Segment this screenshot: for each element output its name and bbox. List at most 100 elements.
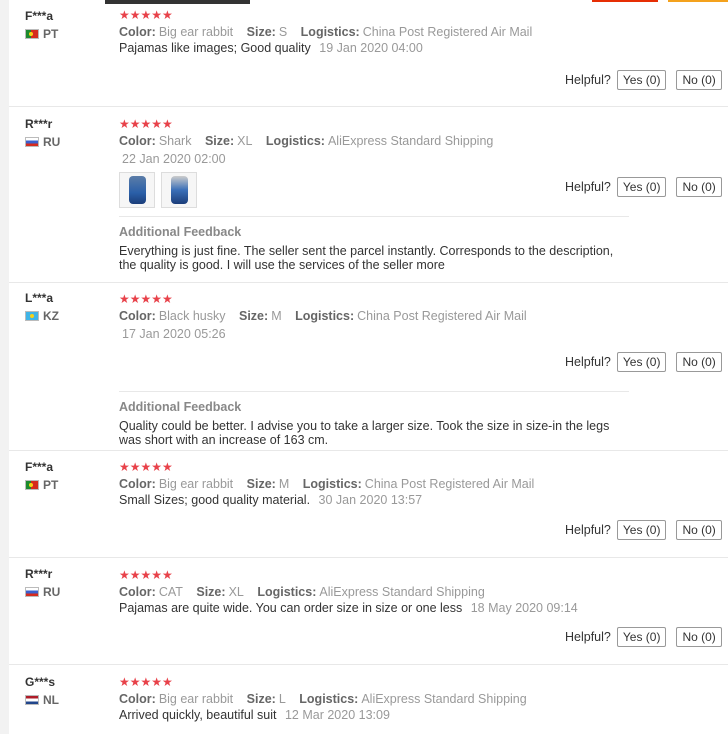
country-code: RU (43, 585, 61, 599)
star-rating: ★★★★★ (119, 292, 173, 306)
reviewer-country: PT (25, 26, 58, 42)
reviewer-info: R***r RU (25, 116, 60, 150)
divider (119, 391, 629, 392)
reviewer-name: G***s (25, 675, 56, 689)
divider (119, 216, 629, 217)
review-text: Small Sizes; good quality material. (119, 493, 311, 507)
review-item: F***a PT ★★★★★ Color: Big ear rabbit Size… (9, 0, 728, 107)
reviewer-name: L***a (25, 291, 54, 305)
size-value: M (278, 477, 290, 491)
color-value: Big ear rabbit (158, 477, 234, 491)
helpful-no-button[interactable]: No (0) (676, 352, 722, 372)
country-code: NL (43, 693, 59, 707)
size-label: Size: (246, 25, 276, 39)
helpful-yes-button[interactable]: Yes (0) (616, 520, 667, 540)
logistics-label: Logistics: (265, 134, 325, 148)
size-label: Size: (196, 585, 226, 599)
flag-russia-icon (25, 137, 39, 147)
review-photo-thumbnail[interactable] (161, 172, 197, 208)
helpful-yes-button[interactable]: Yes (0) (616, 177, 667, 197)
size-label: Size: (246, 692, 276, 706)
logistics-label: Logistics: (257, 585, 317, 599)
review-item: R***r RU ★★★★★ Color: CAT Size: XL Logisti… (9, 557, 728, 665)
review-text: Arrived quickly, beautiful suit (119, 708, 277, 722)
review-item: F***a PT ★★★★★ Color: Big ear rabbit Size… (9, 450, 728, 558)
helpful-votes: Helpful? Yes (0) No (0) (565, 520, 722, 540)
logistics-value: AliExpress Standard Shipping (319, 585, 485, 599)
star-rating: ★★★★★ (119, 675, 173, 689)
color-label: Color: (119, 585, 156, 599)
additional-feedback-text: Everything is just fine. The seller sent… (119, 244, 614, 272)
review-date: 19 Jan 2020 04:00 (319, 41, 423, 55)
reviewer-country: RU (25, 134, 60, 150)
reviewer-country: NL (25, 692, 59, 708)
size-label: Size: (204, 134, 235, 148)
review-date: 30 Jan 2020 13:57 (318, 493, 423, 507)
review-photos (119, 172, 629, 208)
review-date: 22 Jan 2020 02:00 (122, 152, 226, 166)
additional-feedback-title: Additional Feedback (119, 225, 242, 239)
country-code: KZ (43, 309, 59, 323)
helpful-yes-button[interactable]: Yes (0) (616, 627, 667, 647)
reviewer-info: R***r RU (25, 566, 60, 600)
size-value: S (278, 25, 288, 39)
color-label: Color: (119, 309, 156, 323)
size-value: L (278, 692, 286, 706)
review-date: 18 May 2020 09:14 (470, 601, 578, 615)
review-text-row: Pajamas like images; Good quality 19 Jan… (119, 41, 629, 55)
logistics-label: Logistics: (299, 692, 359, 706)
country-code: PT (43, 478, 59, 492)
helpful-no-button[interactable]: No (0) (676, 520, 722, 540)
logistics-label: Logistics: (302, 477, 362, 491)
reviewer-country: PT (25, 477, 58, 493)
flag-netherlands-icon (25, 695, 39, 705)
color-value: Big ear rabbit (158, 25, 234, 39)
color-label: Color: (119, 25, 156, 39)
review-meta: Color: Big ear rabbit Size: M Logistics: Ch… (119, 475, 629, 493)
color-value: Black husky (158, 309, 226, 323)
helpful-no-button[interactable]: No (0) (676, 177, 722, 197)
size-label: Size: (246, 477, 276, 491)
logistics-label: Logistics: (300, 25, 360, 39)
review-photo-thumbnail[interactable] (119, 172, 155, 208)
color-value: CAT (158, 585, 183, 599)
helpful-no-button[interactable]: No (0) (676, 627, 722, 647)
logistics-value: China Post Registered Air Mail (357, 309, 527, 323)
reviewer-country: RU (25, 584, 60, 600)
color-label: Color: (119, 692, 156, 706)
left-gutter (0, 0, 9, 734)
color-label: Color: (119, 477, 156, 491)
logistics-value: China Post Registered Air Mail (362, 25, 533, 39)
review-meta: Color: CAT Size: XL Logistics: AliExpress S… (119, 583, 629, 601)
reviewer-name: F***a (25, 460, 54, 474)
helpful-no-button[interactable]: No (0) (676, 70, 722, 90)
review-text-row: Pajamas are quite wide. You can order si… (119, 601, 629, 615)
review-text: Pajamas are quite wide. You can order si… (119, 601, 463, 615)
review-item: G***s NL ★★★★★ Color: Big ear rabbit Size… (9, 664, 728, 734)
reviewer-info: F***a PT (25, 459, 58, 493)
reviewer-name: F***a (25, 9, 54, 23)
helpful-label: Helpful? (565, 355, 611, 369)
review-date: 17 Jan 2020 05:26 (122, 327, 226, 341)
country-code: RU (43, 135, 61, 149)
reviewer-info: F***a PT (25, 8, 58, 42)
helpful-yes-button[interactable]: Yes (0) (616, 352, 667, 372)
review-content: ★★★★★ Color: CAT Size: XL Logistics: AliExp… (119, 568, 629, 615)
color-value: Big ear rabbit (158, 692, 234, 706)
helpful-yes-button[interactable]: Yes (0) (616, 70, 667, 90)
reviewer-info: G***s NL (25, 674, 59, 708)
logistics-value: China Post Registered Air Mail (364, 477, 535, 491)
star-rating: ★★★★★ (119, 568, 173, 582)
review-content: ★★★★★ Color: Big ear rabbit Size: L Logist… (119, 675, 629, 722)
additional-feedback-title: Additional Feedback (119, 400, 242, 414)
helpful-votes: Helpful? Yes (0) No (0) (565, 627, 722, 647)
country-code: PT (43, 27, 59, 41)
review-content: ★★★★★ Color: Shark Size: XL Logistics: AliE… (119, 117, 629, 272)
review-meta: Color: Big ear rabbit Size: S Logistics: Ch… (119, 23, 629, 41)
size-value: M (271, 309, 282, 323)
helpful-label: Helpful? (565, 523, 611, 537)
review-meta: Color: Shark Size: XL Logistics: AliExpress… (119, 132, 629, 150)
review-meta: Color: Black husky Size: M Logistics: China… (119, 307, 629, 325)
reviewer-name: R***r (25, 117, 53, 131)
logistics-label: Logistics: (295, 309, 355, 323)
